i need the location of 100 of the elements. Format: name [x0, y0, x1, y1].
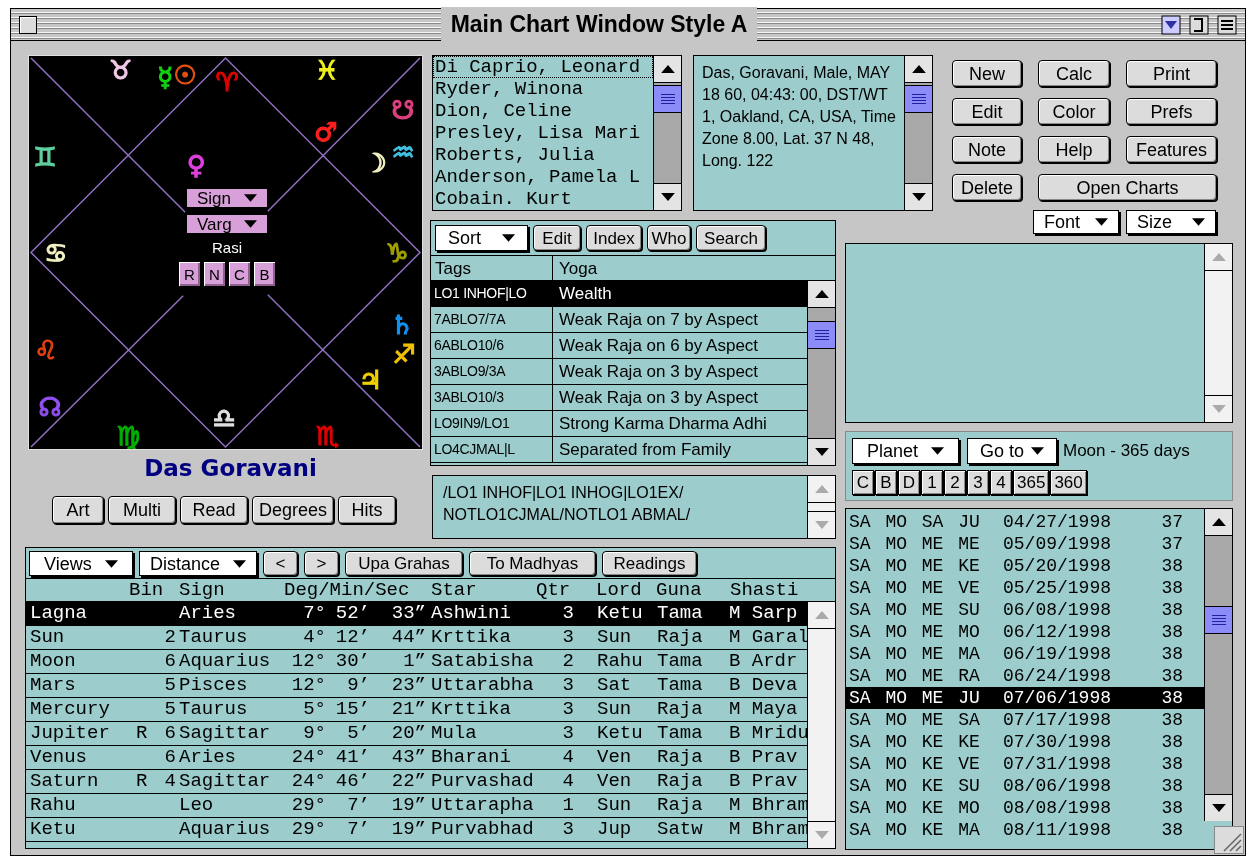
dasha-level-button[interactable]: 1 — [921, 470, 943, 495]
dasha-row[interactable]: SA MO KE VE 07/31/1998 38 — [846, 753, 1204, 775]
dasha-level-button[interactable]: C — [852, 470, 874, 495]
action-button[interactable]: Edit — [952, 98, 1022, 125]
chart-button[interactable]: Multi — [108, 496, 176, 524]
triangle-box-icon[interactable] — [1161, 14, 1181, 35]
dasha-level-button[interactable]: B — [875, 470, 897, 495]
action-button[interactable]: Print — [1126, 60, 1217, 87]
dasha-level-button[interactable]: D — [898, 470, 920, 495]
planets-toolbar-button[interactable]: Upa Grahas — [345, 551, 463, 576]
dasha-row[interactable]: SA MO ME SU 06/08/1998 38 — [846, 599, 1204, 621]
scroll-thumb[interactable] — [1205, 606, 1232, 634]
yoga-row[interactable]: 6ABLO10/6 Weak Raja on 6 by Aspect — [431, 333, 807, 359]
planets-toolbar-button[interactable]: To Madhyas — [469, 551, 596, 576]
action-button[interactable]: Calc — [1038, 60, 1110, 87]
action-button[interactable]: Note — [952, 136, 1022, 163]
planets-toolbar-button[interactable]: > — [304, 551, 339, 576]
yoga-toolbar-button[interactable]: Index — [586, 225, 642, 251]
planet-dropdown[interactable]: Planet — [852, 438, 959, 464]
dasha-row[interactable]: SA MO ME KE 05/20/1998 38 — [846, 555, 1204, 577]
action-button[interactable]: Color — [1038, 98, 1110, 125]
dasha-row[interactable]: SA MO KE MO 08/08/1998 38 — [846, 797, 1204, 819]
action-button[interactable]: Delete — [952, 174, 1022, 201]
yoga-row[interactable]: 7ABLO7/7A Weak Raja on 7 by Aspect — [431, 307, 807, 333]
sort-dropdown[interactable]: Sort — [435, 225, 528, 251]
yoga-toolbar-button[interactable]: Search — [696, 225, 766, 251]
planet-row[interactable]: Saturn R 4 Sagittar 24° 46’ 22” Purvashad 4 Ven Raja B Prav — [26, 770, 807, 794]
chart-list-item[interactable]: Dion, Celine — [433, 100, 653, 122]
planet-row[interactable]: Ketu Aquarius 29° 7’ 19” Purvabhad 3 Jup Satw M Bhram — [26, 818, 807, 842]
varg-dropdown[interactable]: Varg — [186, 214, 268, 234]
dasha-row[interactable]: SA MO ME RA 06/24/1998 38 — [846, 665, 1204, 687]
windowshade-box-icon[interactable] — [1217, 14, 1237, 35]
yoga-row[interactable]: LO4CJMAL|L Separated from Family — [431, 437, 807, 463]
planets-toolbar-button[interactable]: < — [263, 551, 298, 576]
planets-toolbar-button[interactable]: Readings — [602, 551, 697, 576]
chart-list-item[interactable]: Cobain. Kurt — [433, 188, 653, 210]
yoga-row[interactable]: LO1 INHOF|LO Wealth — [431, 281, 807, 307]
scrollbar[interactable] — [1204, 244, 1232, 422]
dasha-level-button[interactable]: 360 — [1050, 470, 1087, 495]
go-to-dropdown[interactable]: Go to — [967, 438, 1057, 464]
chart-list-item[interactable]: Presley, Lisa Mari — [433, 122, 653, 144]
planet-row[interactable]: Rahu Leo 29° 7’ 19” Uttarapha 1 Sun Raja M Bhram — [26, 794, 807, 818]
chart-button[interactable]: Read — [180, 496, 248, 524]
yoga-toolbar-button[interactable]: Edit — [533, 225, 581, 251]
close-box[interactable] — [19, 15, 37, 34]
font-dropdown[interactable]: Font — [1033, 210, 1119, 234]
action-button[interactable]: New — [952, 60, 1022, 87]
chart-list-item[interactable]: Roberts, Julia — [433, 144, 653, 166]
scroll-thumb[interactable] — [905, 85, 932, 113]
chart-button[interactable]: Degrees — [252, 496, 334, 524]
scrollbar[interactable] — [807, 476, 835, 538]
chart-button[interactable]: Hits — [338, 496, 396, 524]
action-button[interactable]: Features — [1126, 136, 1217, 163]
scroll-thumb[interactable] — [654, 85, 681, 113]
scrollbar[interactable] — [807, 602, 835, 848]
chart-mode-button[interactable]: N — [203, 261, 226, 287]
yoga-row[interactable]: 3ABLO10/3 Weak Raja on 3 by Aspect — [431, 385, 807, 411]
scrollbar[interactable] — [807, 281, 835, 465]
distance-dropdown[interactable]: Distance — [139, 551, 257, 576]
size-dropdown[interactable]: Size — [1126, 210, 1216, 234]
planet-row[interactable]: Moon 6 Aquarius 12° 30’ 1” Satabisha 2 Rahu Tama B Ardr — [26, 650, 807, 674]
chart-mode-button[interactable]: B — [253, 261, 276, 287]
dasha-level-button[interactable]: 2 — [944, 470, 966, 495]
dasha-level-button[interactable]: 4 — [990, 470, 1012, 495]
yoga-toolbar-button[interactable]: Who — [647, 225, 691, 251]
dasha-level-button[interactable]: 365 — [1013, 470, 1050, 495]
planet-row[interactable]: Jupiter R 6 Sagittar 9° 5’ 20” Mula 3 Ketu Tama B Mridu — [26, 722, 807, 746]
dasha-row[interactable]: SA MO ME ME 05/09/1998 37 — [846, 533, 1204, 555]
action-button[interactable]: Prefs — [1126, 98, 1217, 125]
chart-list-item[interactable]: Ryder, Winona — [433, 78, 653, 100]
chart-button[interactable]: Art — [52, 496, 104, 524]
zoom-box-icon[interactable] — [1189, 14, 1209, 35]
scrollbar[interactable] — [653, 56, 681, 210]
planet-row[interactable]: Sun 2 Taurus 4° 12’ 44” Krttika 3 Sun Raja M Garal — [26, 626, 807, 650]
scrollbar[interactable] — [904, 56, 932, 210]
resize-grip-icon[interactable] — [1214, 826, 1244, 854]
dasha-row[interactable]: SA MO ME JU 07/06/1998 38 — [846, 687, 1204, 709]
dasha-row[interactable]: SA MO ME SA 07/17/1998 38 — [846, 709, 1204, 731]
sign-dropdown[interactable]: Sign — [186, 188, 268, 208]
planet-row[interactable]: Lagna Aries 7° 52’ 33” Ashwini 3 Ketu Tama M Sarp — [26, 602, 807, 626]
scroll-thumb[interactable] — [808, 321, 835, 349]
dasha-row[interactable]: SA MO ME MA 06/19/1998 38 — [846, 643, 1204, 665]
action-button[interactable]: Open Charts — [1038, 174, 1217, 201]
dasha-row[interactable]: SA MO KE MA 08/11/1998 38 — [846, 819, 1204, 841]
chart-list-item[interactable]: Di Caprio, Leonard — [433, 56, 653, 78]
dasha-row[interactable]: SA MO ME MO 06/12/1998 38 — [846, 621, 1204, 643]
views-dropdown[interactable]: Views — [29, 551, 133, 576]
dasha-row[interactable]: SA MO KE KE 07/30/1998 38 — [846, 731, 1204, 753]
dasha-row[interactable]: SA MO ME VE 05/25/1998 38 — [846, 577, 1204, 599]
chart-list-item[interactable]: Anderson, Pamela L — [433, 166, 653, 188]
chart-mode-button[interactable]: C — [228, 261, 251, 287]
action-button[interactable]: Help — [1038, 136, 1110, 163]
dasha-row[interactable]: SA MO SA JU 04/27/1998 37 — [846, 511, 1204, 533]
planet-row[interactable]: Mercury 5 Taurus 5° 15’ 21” Krttika 3 Sun Raja M Maya — [26, 698, 807, 722]
dasha-level-button[interactable]: 3 — [967, 470, 989, 495]
scrollbar[interactable] — [1204, 509, 1232, 821]
planet-row[interactable]: Venus 6 Aries 24° 41’ 43” Bharani 4 Ven Raja B Prav — [26, 746, 807, 770]
planet-row[interactable]: Mars 5 Pisces 12° 9’ 23” Uttarabha 3 Sat Tama B Deva — [26, 674, 807, 698]
yoga-row[interactable]: LO9IN9/LO1 Strong Karma Dharma Adhi — [431, 411, 807, 437]
yoga-row[interactable]: 3ABLO9/3A Weak Raja on 3 by Aspect — [431, 359, 807, 385]
